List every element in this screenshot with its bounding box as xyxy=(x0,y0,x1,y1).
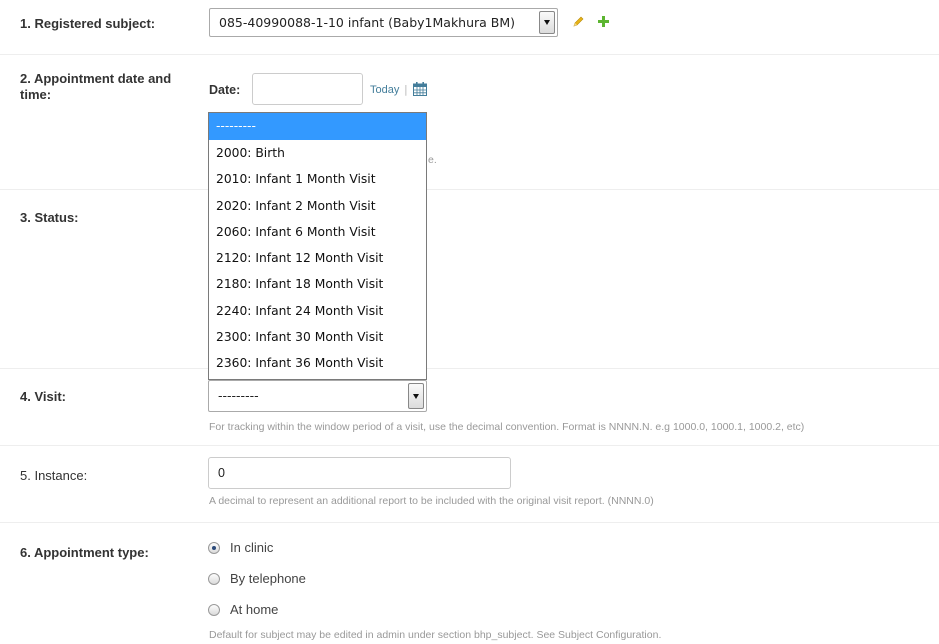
visit-option[interactable]: 2240: Infant 24 Month Visit xyxy=(209,298,426,324)
visit-select-value: --------- xyxy=(218,388,259,403)
appointment-datetime-label-line1: 2. Appointment date and xyxy=(20,71,172,86)
radio-in-clinic-label[interactable]: In clinic xyxy=(230,540,273,555)
instance-help: A decimal to represent an additional rep… xyxy=(209,495,654,507)
chevron-down-icon[interactable] xyxy=(539,11,555,34)
registered-subject-select[interactable]: 085-40990088-1-10 infant (Baby1Makhura B… xyxy=(209,8,558,37)
radio-at-home[interactable] xyxy=(208,604,220,616)
radio-in-clinic[interactable] xyxy=(208,542,220,554)
date-separator: | xyxy=(404,83,408,96)
radio-by-telephone[interactable] xyxy=(208,573,220,585)
visit-option[interactable]: 2300: Infant 30 Month Visit xyxy=(209,324,426,350)
registered-subject-row: 1. Registered subject: 085-40990088-1-10… xyxy=(0,0,939,55)
appointment-type-row: 6. Appointment type: In clinic By teleph… xyxy=(0,523,939,644)
status-label: 3. Status: xyxy=(20,210,79,225)
appointment-datetime-label: 2. Appointment date and time: xyxy=(20,71,171,103)
datetime-help-fragment: e. xyxy=(428,154,437,166)
registered-subject-label: 1. Registered subject: xyxy=(20,16,156,31)
date-input[interactable] xyxy=(252,73,363,105)
date-label: Date: xyxy=(209,83,241,97)
instance-label: 5. Instance: xyxy=(20,468,88,483)
visit-dropdown-list[interactable]: --------- 2000: Birth 2010: Infant 1 Mon… xyxy=(208,112,427,380)
appointment-type-help: Default for subject may be edited in adm… xyxy=(209,629,662,641)
appointment-datetime-label-line2: time: xyxy=(20,87,52,102)
appointment-type-label: 6. Appointment type: xyxy=(20,545,149,560)
visit-option[interactable]: 2010: Infant 1 Month Visit xyxy=(209,166,426,192)
instance-input[interactable] xyxy=(208,457,511,489)
appointment-datetime-row: 2. Appointment date and time: Date: Toda… xyxy=(0,55,939,190)
visit-row: 4. Visit: --------- For tracking within … xyxy=(0,369,939,446)
visit-help: For tracking within the window period of… xyxy=(209,421,805,433)
pencil-icon[interactable] xyxy=(571,15,585,29)
radio-by-telephone-label[interactable]: By telephone xyxy=(230,571,306,586)
chevron-down-icon[interactable] xyxy=(408,383,424,409)
visit-option[interactable]: --------- xyxy=(209,113,426,140)
today-link[interactable]: Today xyxy=(370,84,399,96)
visit-option[interactable]: 2020: Infant 2 Month Visit xyxy=(209,193,426,219)
instance-row: 5. Instance: A decimal to represent an a… xyxy=(0,446,939,523)
visit-option[interactable]: 2000: Birth xyxy=(209,140,426,166)
registered-subject-value: 085-40990088-1-10 infant (Baby1Makhura B… xyxy=(219,15,516,30)
plus-icon[interactable] xyxy=(597,15,610,28)
visit-option[interactable]: 2360: Infant 36 Month Visit xyxy=(209,350,426,376)
radio-at-home-label[interactable]: At home xyxy=(230,602,278,617)
visit-option[interactable]: 2120: Infant 12 Month Visit xyxy=(209,245,426,271)
calendar-icon[interactable] xyxy=(412,81,428,97)
status-row: 3. Status: xyxy=(0,190,939,369)
visit-option[interactable]: 2060: Infant 6 Month Visit xyxy=(209,219,426,245)
visit-option[interactable]: 2180: Infant 18 Month Visit xyxy=(209,271,426,297)
visit-select[interactable]: --------- xyxy=(208,380,427,412)
visit-label: 4. Visit: xyxy=(20,389,67,404)
